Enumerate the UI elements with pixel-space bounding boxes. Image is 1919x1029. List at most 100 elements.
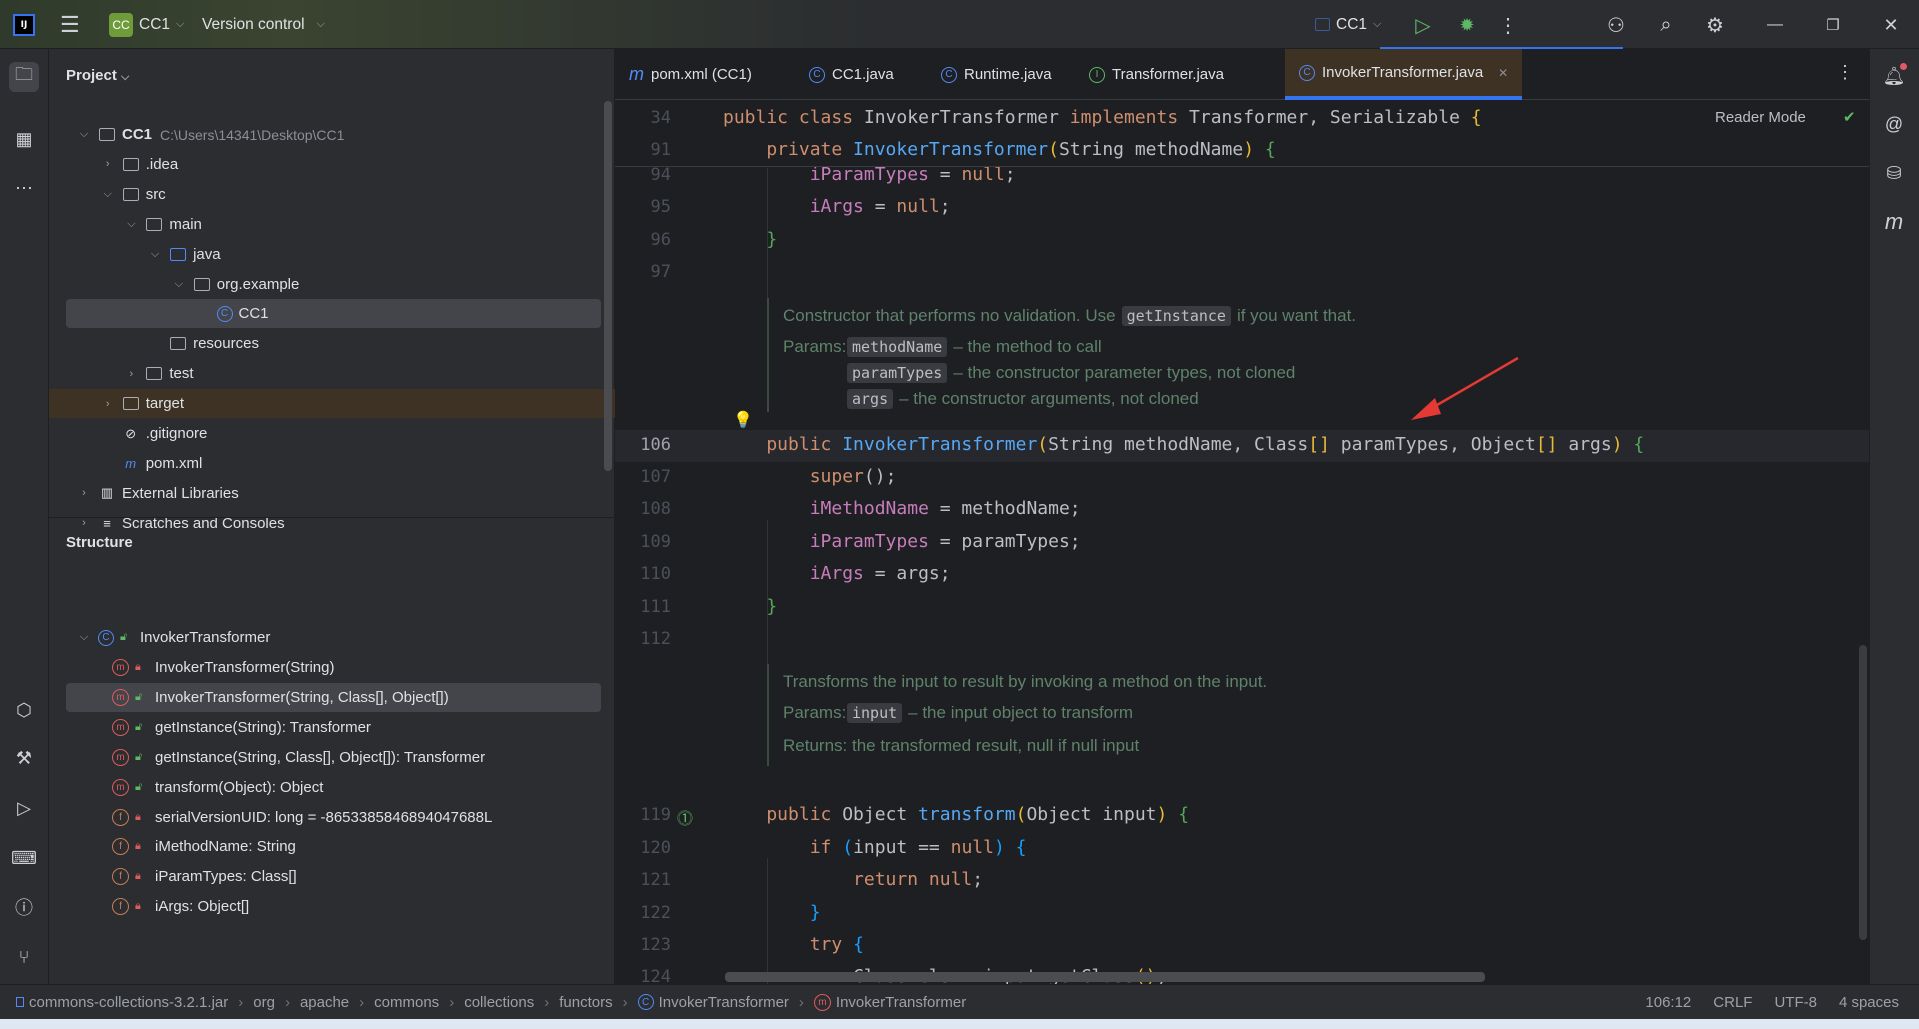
add-user-icon[interactable]: ⚇ <box>1603 12 1629 38</box>
code-line[interactable]: if (input == null) { <box>723 837 1027 858</box>
close-tab-icon[interactable]: ✕ <box>1498 66 1508 80</box>
project-folder-icon[interactable]: 🗀 <box>9 62 39 92</box>
ai-assistant-icon[interactable]: @ <box>1879 109 1909 139</box>
search-icon[interactable]: ⌕ <box>1653 12 1679 38</box>
tabs-more-icon[interactable]: ⋮ <box>1836 62 1854 83</box>
implements-gutter-icon[interactable]: ⓵ <box>677 805 693 829</box>
chevron-right-icon[interactable]: › <box>76 517 92 529</box>
app-logo[interactable]: IJ <box>13 0 35 49</box>
code-editor[interactable]: 34 public class InvokerTransformer implem… <box>615 100 1869 984</box>
editor-horizontal-scrollbar[interactable] <box>725 972 1485 982</box>
main-menu-icon[interactable]: ☰ <box>60 0 80 49</box>
terminal-icon[interactable]: ⌨ <box>9 843 39 873</box>
code-line[interactable]: } <box>723 596 777 617</box>
debug-bug-icon[interactable]: ✹ <box>1454 12 1480 38</box>
project-scrollbar[interactable] <box>604 101 612 471</box>
more-vertical-icon[interactable]: ⋮ <box>1495 12 1521 38</box>
restore-icon[interactable]: ❐ <box>1820 12 1846 38</box>
tree-item-cc1[interactable]: C CC1 <box>66 299 601 329</box>
chevron-down-icon[interactable]: ⌵ <box>171 278 187 291</box>
chevron-down-icon[interactable]: ⌵ <box>76 631 92 644</box>
tree-item-target[interactable]: › target <box>49 389 615 419</box>
tab-pom-xml-cc1-[interactable]: m pom.xml (CC1) <box>615 49 766 100</box>
structure-item[interactable]: m 🔓︎ getInstance(String, Class[], Object[]… <box>66 743 601 772</box>
version-control-menu[interactable]: Version control ⌵ <box>202 0 325 49</box>
build-hammer-icon[interactable]: ⚒ <box>9 743 39 773</box>
tab-transformer-java[interactable]: I Transformer.java <box>1075 49 1238 100</box>
breadcrumb-item[interactable]: commons-collections-3.2.1.jar <box>16 994 228 1011</box>
breadcrumb-item[interactable]: org <box>253 994 275 1011</box>
tree-item-cc1[interactable]: ⌵ CC1 C:\Users\14341\Desktop\CC1 <box>66 120 601 149</box>
project-selector[interactable]: CC CC1 ⌵ <box>109 0 184 49</box>
tree-item--idea[interactable]: › .idea <box>66 150 601 179</box>
run-tool-icon[interactable]: ▷ <box>9 793 39 823</box>
sticky-scroll-header[interactable]: 34 public class InvokerTransformer implem… <box>615 100 1869 167</box>
project-panel-header[interactable]: Project ⌵ <box>66 67 129 84</box>
structure-item[interactable]: f 🔒︎ iArgs: Object[] <box>66 892 601 921</box>
breadcrumb-item[interactable]: C InvokerTransformer <box>637 994 789 1011</box>
structure-item[interactable]: m 🔓︎ getInstance(String): Transformer <box>66 713 601 742</box>
breadcrumb-item[interactable]: collections <box>464 994 534 1011</box>
tree-item-src[interactable]: ⌵ src <box>66 180 601 209</box>
file-encoding[interactable]: UTF-8 <box>1774 994 1817 1011</box>
breadcrumb-item[interactable]: apache <box>300 994 349 1011</box>
git-branch-icon[interactable]: ⑂ <box>9 942 39 972</box>
structure-item[interactable]: f 🔒︎ iParamTypes: Class[] <box>66 862 601 891</box>
structure-item[interactable]: m 🔒︎ InvokerTransformer(String) <box>66 653 601 682</box>
chevron-right-icon[interactable]: › <box>100 398 116 410</box>
breadcrumb-item[interactable]: m InvokerTransformer <box>813 993 966 1011</box>
breadcrumb-item[interactable]: commons <box>374 994 439 1011</box>
tree-item-resources[interactable]: resources <box>66 329 601 358</box>
notifications-bell-icon[interactable]: 🔔︎ <box>1879 61 1909 91</box>
code-line[interactable]: iParamTypes = null; <box>723 164 1016 185</box>
structure-item[interactable]: m 🔓︎ InvokerTransformer(String, Class[], O… <box>66 682 601 712</box>
caret-position[interactable]: 106:12 <box>1645 994 1691 1011</box>
structure-icon[interactable]: ▦ <box>9 124 39 154</box>
chevron-down-icon[interactable]: ⌵ <box>76 128 92 141</box>
breadcrumb-item[interactable]: functors <box>559 994 612 1011</box>
gear-icon[interactable]: ⚙ <box>1702 12 1728 38</box>
tab-invokertransformer-java[interactable]: C InvokerTransformer.java ✕ <box>1285 49 1523 100</box>
run-config-selector[interactable]: CC1 ⌵ <box>1315 0 1381 49</box>
chevron-down-icon[interactable]: ⌵ <box>147 248 163 261</box>
lightbulb-icon[interactable]: 💡 <box>733 410 753 430</box>
structure-item[interactable]: f 🔒︎ serialVersionUID: long = -86533858468… <box>66 803 601 832</box>
code-line[interactable]: iArgs = null; <box>723 196 951 217</box>
problems-icon[interactable]: ⓘ <box>9 892 39 922</box>
maven-icon[interactable]: m <box>1879 207 1909 237</box>
code-line[interactable]: iMethodName = methodName; <box>723 498 1081 519</box>
code-line[interactable]: public Object transform(Object input) { <box>723 804 1189 825</box>
chevron-right-icon[interactable]: › <box>123 368 139 380</box>
line-ending[interactable]: CRLF <box>1713 994 1752 1011</box>
chevron-right-icon[interactable]: › <box>100 158 116 170</box>
structure-item[interactable]: f 🔒︎ iMethodName: String <box>66 832 601 861</box>
chevron-down-icon[interactable]: ⌵ <box>123 218 139 231</box>
code-line[interactable]: public class InvokerTransformer implemen… <box>723 107 1482 128</box>
editor-vertical-scrollbar[interactable] <box>1859 645 1867 940</box>
reader-mode-button[interactable]: Reader Mode <box>1715 109 1806 126</box>
close-window-icon[interactable]: ✕ <box>1878 12 1904 38</box>
code-line[interactable]: private InvokerTransformer(String method… <box>723 139 1275 160</box>
run-icon[interactable]: ▷ <box>1410 12 1436 38</box>
code-line[interactable]: public InvokerTransformer(String methodN… <box>723 434 1644 455</box>
more-horizontal-icon[interactable]: ⋯ <box>9 173 39 203</box>
tree-item--gitignore[interactable]: ⊘ .gitignore <box>66 419 601 448</box>
chevron-down-icon[interactable]: ⌵ <box>100 188 116 201</box>
tree-item-pom-xml[interactable]: m pom.xml <box>66 449 601 478</box>
code-line[interactable]: iParamTypes = paramTypes; <box>723 531 1081 552</box>
code-line[interactable]: iArgs = args; <box>723 563 951 584</box>
doc-code[interactable]: getInstance <box>1121 305 1231 326</box>
tab-cc1-java[interactable]: C CC1.java <box>795 49 908 100</box>
tree-item-scratches-and-consoles[interactable]: › ≡ Scratches and Consoles <box>66 509 601 538</box>
tree-item-external-libraries[interactable]: › ▥ External Libraries <box>66 479 601 508</box>
chevron-right-icon[interactable]: › <box>76 487 92 499</box>
code-line[interactable]: } <box>723 902 821 923</box>
structure-item[interactable]: m 🔓︎ transform(Object): Object <box>66 773 601 802</box>
code-line[interactable]: try { <box>723 934 864 955</box>
tree-item-main[interactable]: ⌵ main <box>66 210 601 239</box>
indent-setting[interactable]: 4 spaces <box>1839 994 1899 1011</box>
database-icon[interactable]: ⛁ <box>1879 158 1909 188</box>
tree-item-test[interactable]: › test <box>66 359 601 388</box>
structure-root[interactable]: ⌵ C 🔓︎ InvokerTransformer <box>66 623 601 652</box>
services-icon[interactable]: ⬡ <box>9 695 39 725</box>
